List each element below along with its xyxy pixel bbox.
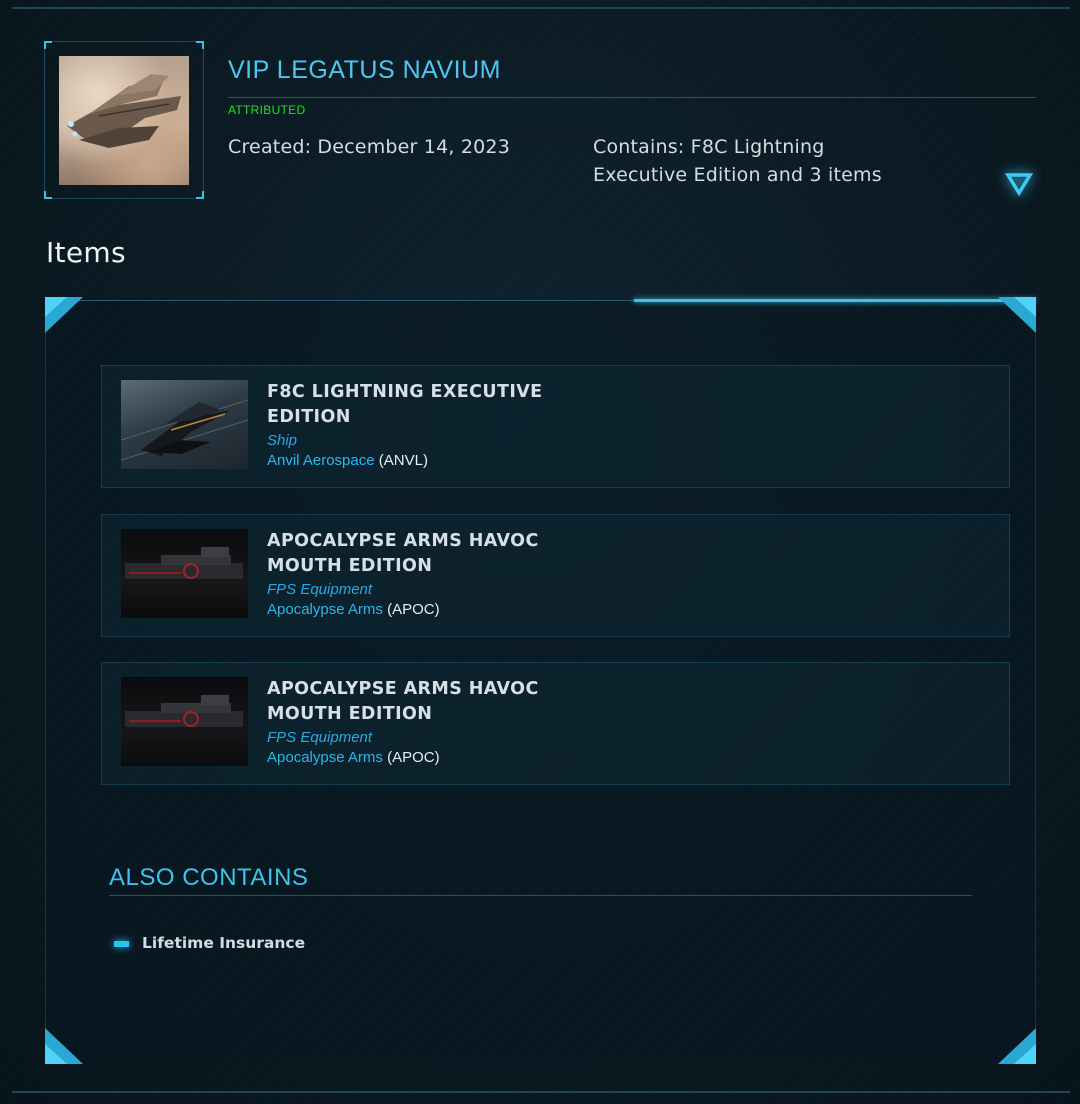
corner-top-left-icon <box>45 297 83 333</box>
chevron-down-icon[interactable] <box>1004 168 1034 198</box>
also-contains-item: Lifetime Insurance <box>142 934 306 952</box>
item-card[interactable]: F8C LIGHTNING EXECUTIVE EDITION Ship Anv… <box>101 365 1010 488</box>
manufacturer-code: ANVL <box>383 452 423 469</box>
weapon-thumbnail <box>121 677 248 766</box>
manufacturer-code: APOC <box>392 749 435 766</box>
corner-bottom-left-icon <box>45 1028 83 1064</box>
panel-top-glow <box>634 299 1036 302</box>
corner-top-right-icon <box>998 297 1036 333</box>
item-type: FPS Equipment <box>267 581 373 598</box>
item-name: APOCALYPSE ARMS HAVOC MOUTH EDITION <box>267 679 539 724</box>
ship-thumbnail <box>121 380 248 469</box>
manufacturer-name: Apocalypse Arms <box>267 601 383 618</box>
manufacturer-name: Anvil Aerospace <box>267 452 375 469</box>
pledge-thumbnail-frame[interactable] <box>44 41 204 199</box>
item-name: F8C LIGHTNING EXECUTIVE EDITION <box>267 382 543 427</box>
item-type: FPS Equipment <box>267 729 373 746</box>
item-name: APOCALYPSE ARMS HAVOC MOUTH EDITION <box>267 531 539 576</box>
page-background: VIP LEGATUS NAVIUM ATTRIBUTED Created: D… <box>0 0 1080 1104</box>
bullet-icon <box>114 941 129 947</box>
item-manufacturer[interactable]: Apocalypse Arms (APOC) <box>267 601 440 618</box>
manufacturer-name: Apocalypse Arms <box>267 749 383 766</box>
status-badge: ATTRIBUTED <box>228 103 306 117</box>
item-manufacturer[interactable]: Anvil Aerospace (ANVL) <box>267 452 428 469</box>
pledge-ship-image <box>59 56 189 185</box>
weapon-thumbnail <box>121 529 248 618</box>
item-manufacturer[interactable]: Apocalypse Arms (APOC) <box>267 749 440 766</box>
also-contains-heading: ALSO CONTAINS <box>109 864 309 891</box>
corner-bottom-right-icon <box>998 1028 1036 1064</box>
item-card[interactable]: APOCALYPSE ARMS HAVOC MOUTH EDITION FPS … <box>101 514 1010 637</box>
items-heading: Items <box>46 236 126 269</box>
title-divider <box>228 97 1036 98</box>
pledge-title: VIP LEGATUS NAVIUM <box>228 56 501 84</box>
created-date: Created: December 14, 2023 <box>228 136 511 158</box>
manufacturer-code: APOC <box>392 601 435 618</box>
also-contains-divider <box>109 895 972 896</box>
contains-summary: Contains: F8C Lightning Executive Editio… <box>593 136 882 186</box>
item-card[interactable]: APOCALYPSE ARMS HAVOC MOUTH EDITION FPS … <box>101 662 1010 785</box>
item-type: Ship <box>267 432 298 449</box>
